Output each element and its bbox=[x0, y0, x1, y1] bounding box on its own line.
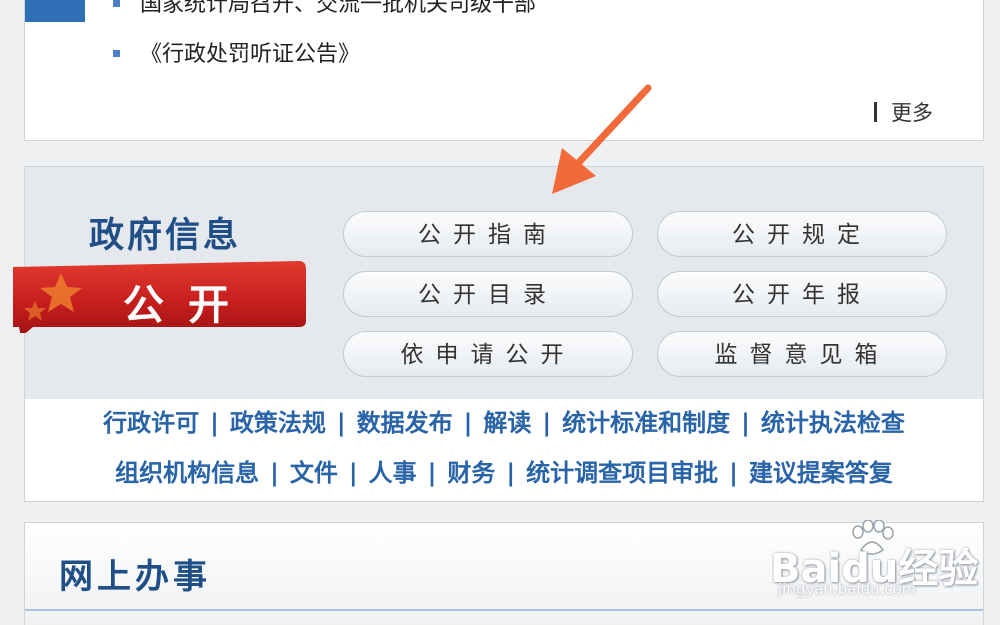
link-finance[interactable]: 财务 bbox=[447, 459, 495, 487]
link-personnel[interactable]: 人事 bbox=[369, 459, 417, 487]
supervision-mailbox-button[interactable]: 监督意见箱 bbox=[657, 331, 947, 377]
link-law-enforcement-inspection[interactable]: 统计执法检查 bbox=[761, 409, 905, 437]
link-organization-info[interactable]: 组织机构信息 bbox=[115, 459, 259, 487]
news-box: 国家统计局召开、交流一批机关司级干部 《行政处罚听证公告》 更多 bbox=[24, 0, 984, 141]
separator: | bbox=[348, 459, 358, 487]
link-proposal-replies[interactable]: 建议提案答复 bbox=[749, 459, 893, 487]
link-administrative-license[interactable]: 行政许可 bbox=[103, 409, 199, 437]
link-statistical-standards[interactable]: 统计标准和制度 bbox=[562, 409, 730, 437]
open-catalog-button[interactable]: 公开目录 bbox=[343, 271, 633, 317]
separator: | bbox=[270, 459, 279, 487]
bullet-icon bbox=[113, 49, 120, 57]
separator: | bbox=[741, 409, 750, 437]
page: 国家统计局召开、交流一批机关司级干部 《行政处罚听证公告》 更多 政府信息 公开… bbox=[0, 0, 1000, 625]
apply-for-disclosure-button[interactable]: 依申请公开 bbox=[343, 331, 633, 377]
separator: | bbox=[463, 409, 473, 437]
news-item[interactable]: 《行政处罚听证公告》 bbox=[113, 40, 360, 70]
link-policy-regulations[interactable]: 政策法规 bbox=[230, 409, 326, 437]
news-item-link[interactable]: 国家统计局召开、交流一批机关司级干部 bbox=[140, 0, 536, 17]
bullet-icon bbox=[113, 0, 120, 7]
gov-links-row-1: 行政许可 | 政策法规 | 数据发布 | 解读 | 统计标准和制度 | 统计执法检查 bbox=[25, 407, 983, 439]
divider bbox=[25, 609, 983, 611]
link-survey-project-approval[interactable]: 统计调查项目审批 bbox=[526, 459, 718, 487]
divider bbox=[874, 102, 877, 122]
baidu-jingyan-watermark: Baidu经验 jingyan.baidu.com bbox=[770, 520, 978, 604]
separator: | bbox=[336, 409, 346, 437]
open-regulations-button[interactable]: 公开规定 bbox=[657, 211, 947, 257]
separator: | bbox=[210, 409, 219, 437]
annotation-arrow-icon bbox=[552, 84, 652, 194]
link-documents[interactable]: 文件 bbox=[290, 459, 338, 487]
gov-info-panel: 政府信息 公开 公开指南 公开规定 公开目录 公开年报 依申请公开 监督意见箱 … bbox=[13, 166, 984, 502]
news-item[interactable]: 国家统计局召开、交流一批机关司级干部 bbox=[113, 0, 536, 20]
more-link[interactable]: 更多 bbox=[874, 100, 933, 126]
more-label[interactable]: 更多 bbox=[891, 101, 933, 125]
gov-info-header: 政府信息 公开 公开指南 公开规定 公开目录 公开年报 依申请公开 监督意见箱 bbox=[13, 167, 983, 399]
watermark-url: jingyan.baidu.com bbox=[778, 580, 917, 598]
gov-links-row-2: 组织机构信息 | 文件 | 人事 | 财务 | 统计调查项目审批 | 建议提案答复 bbox=[25, 457, 983, 489]
separator: | bbox=[506, 459, 516, 487]
ribbon-label: 公开 bbox=[123, 281, 253, 329]
news-thumbnail[interactable] bbox=[25, 0, 85, 22]
gov-info-title: 政府信息 bbox=[89, 216, 242, 256]
separator: | bbox=[542, 409, 552, 437]
separator: | bbox=[729, 459, 738, 487]
news-item-link[interactable]: 《行政处罚听证公告》 bbox=[140, 42, 360, 67]
link-interpretation[interactable]: 解读 bbox=[483, 409, 531, 437]
open-annual-report-button[interactable]: 公开年报 bbox=[657, 271, 947, 317]
link-data-release[interactable]: 数据发布 bbox=[357, 409, 453, 437]
separator: | bbox=[427, 459, 437, 487]
online-service-title: 网上办事 bbox=[59, 557, 211, 597]
open-guide-button[interactable]: 公开指南 bbox=[343, 211, 633, 257]
